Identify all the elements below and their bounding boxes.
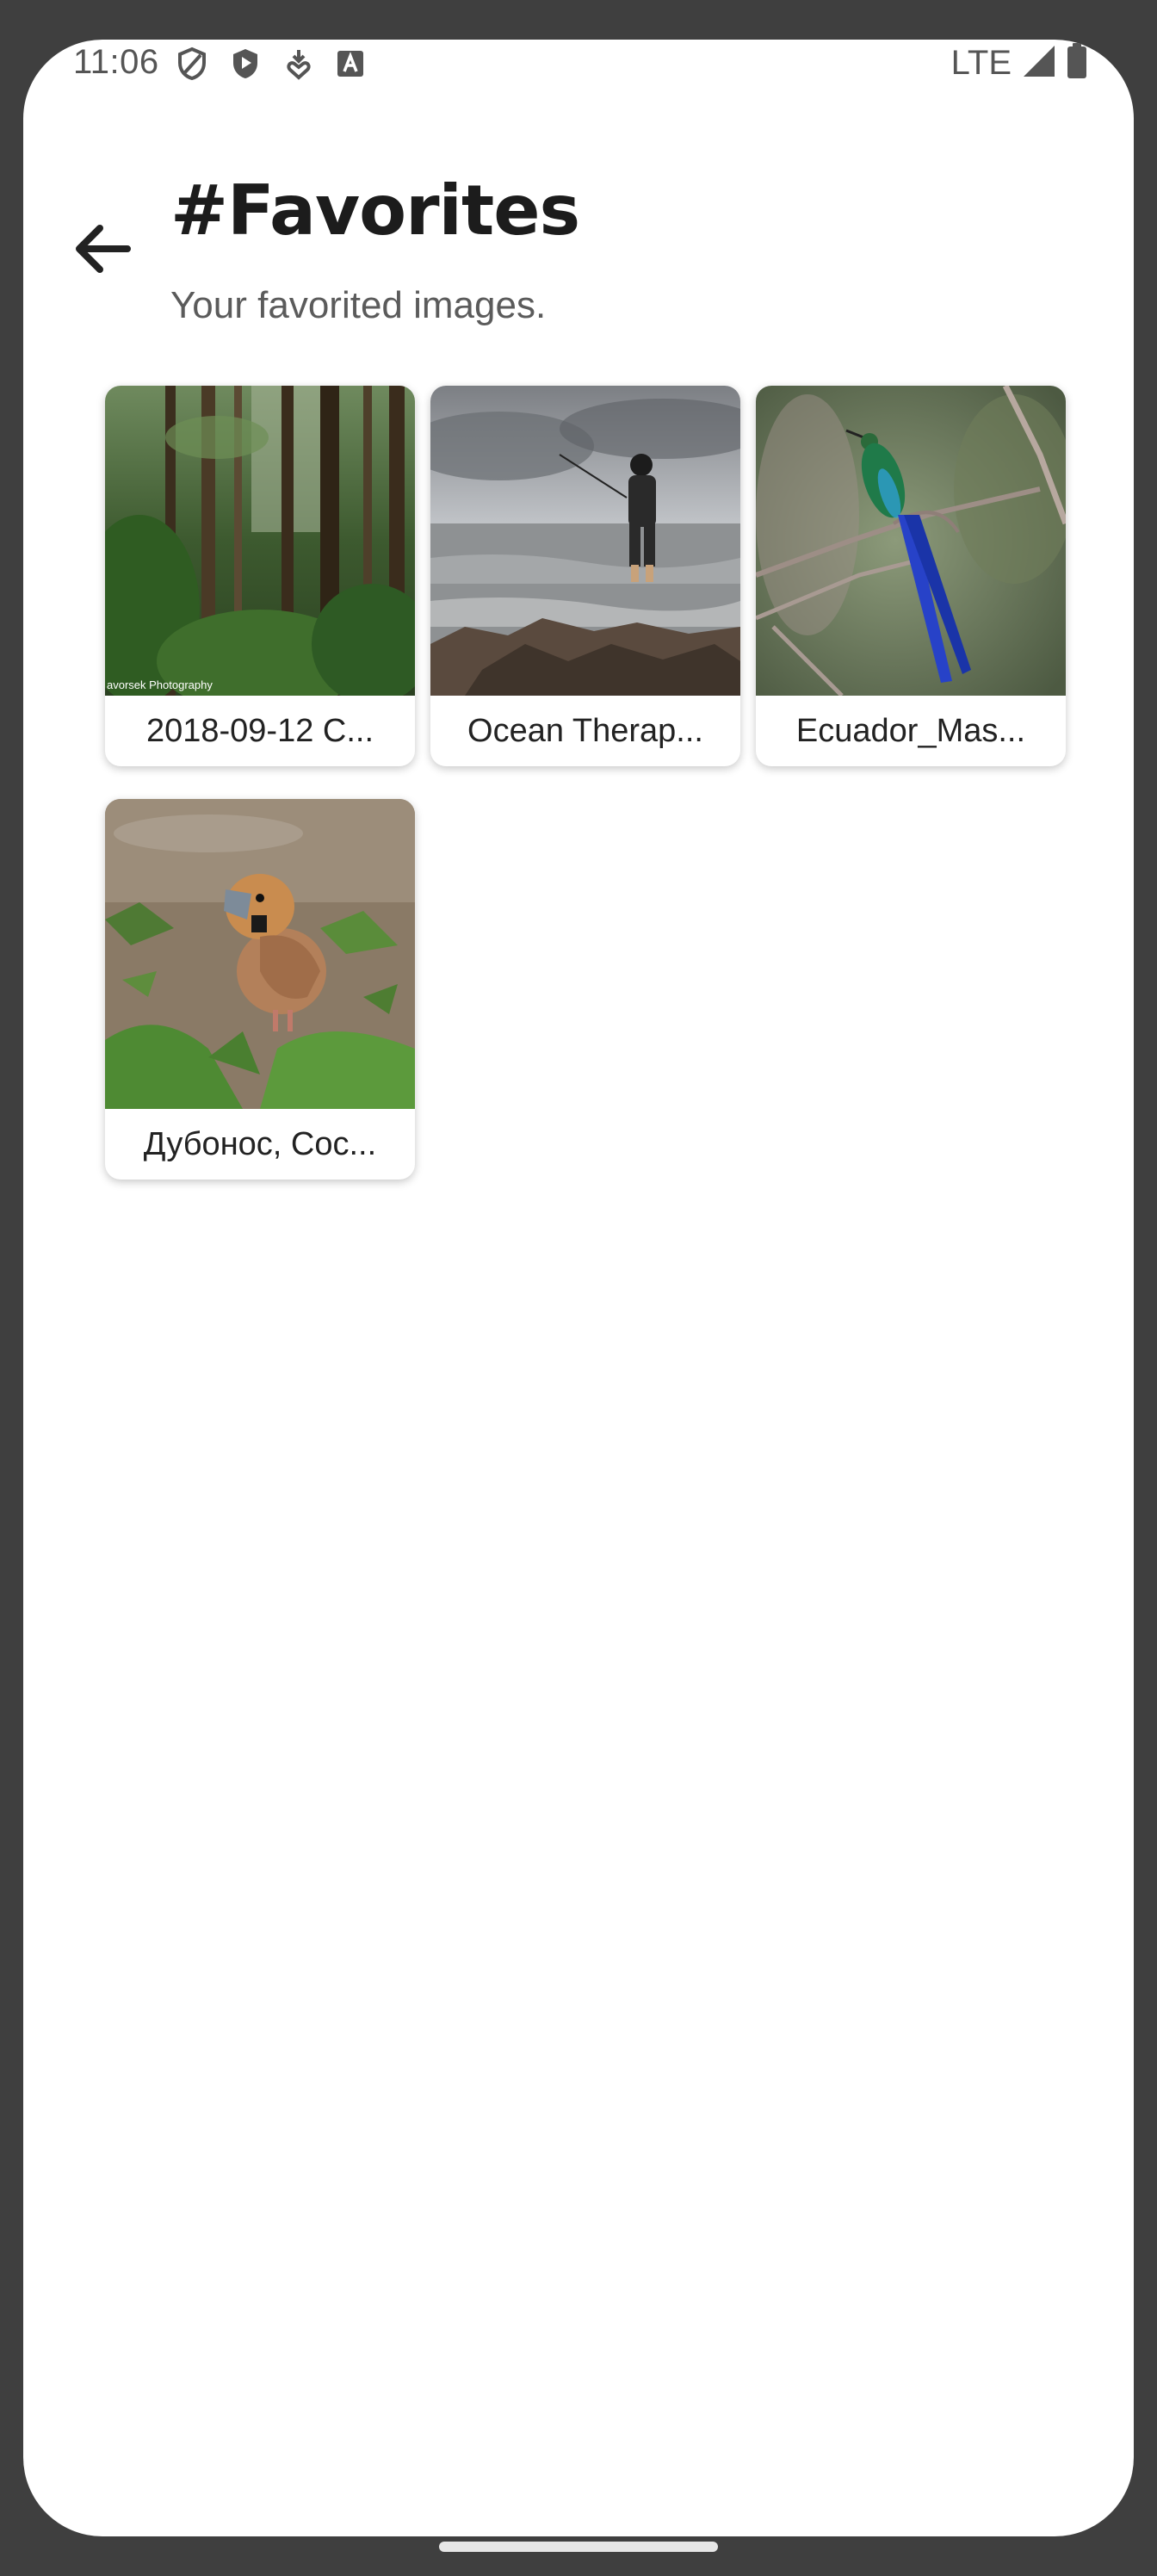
page-title: #Favorites xyxy=(170,170,580,251)
back-button[interactable] xyxy=(63,212,140,289)
keyboard-a-icon xyxy=(335,46,366,85)
favorite-card[interactable]: Ecuador_Mas... xyxy=(756,386,1066,766)
shield-outline-icon xyxy=(176,46,207,85)
favorite-card-label: Дубонос, Coc... xyxy=(143,1125,377,1162)
status-time: 11:06 xyxy=(73,43,159,81)
favorite-card-label: Ocean Therap... xyxy=(467,712,703,749)
favorite-card[interactable]: Ocean Therap... xyxy=(430,386,740,766)
page-subtitle: Your favorited images. xyxy=(170,284,547,326)
favorite-card[interactable]: avorsek Photography 2018-09-12 C... xyxy=(105,386,415,766)
hawfinch-thumbnail xyxy=(105,799,415,1109)
favorite-card[interactable]: Дубонос, Coc... xyxy=(105,799,415,1180)
favorite-card-label: 2018-09-12 C... xyxy=(145,712,374,749)
battery-icon xyxy=(1067,43,1087,84)
network-type: LTE xyxy=(950,44,1012,82)
signal-icon xyxy=(1022,44,1056,83)
download-heart-icon xyxy=(283,46,314,85)
favorites-grid: avorsek Photography 2018-09-12 C... Ocea… xyxy=(105,386,1078,1180)
app-screen: 11:06 LTE #Favorites Your favorited imag… xyxy=(23,40,1134,2536)
thumbnail-watermark: avorsek Photography xyxy=(107,678,213,691)
fisherman-thumbnail xyxy=(430,386,740,696)
hummingbird-thumbnail xyxy=(756,386,1066,696)
forest-thumbnail: avorsek Photography xyxy=(105,386,415,696)
favorite-card-label: Ecuador_Mas... xyxy=(795,712,1026,749)
shield-play-icon xyxy=(230,46,261,85)
status-bar: 11:06 LTE xyxy=(23,40,1134,126)
status-right-group: LTE xyxy=(951,43,1087,84)
arrow-left-icon xyxy=(71,221,133,281)
home-indicator[interactable] xyxy=(439,2542,718,2552)
